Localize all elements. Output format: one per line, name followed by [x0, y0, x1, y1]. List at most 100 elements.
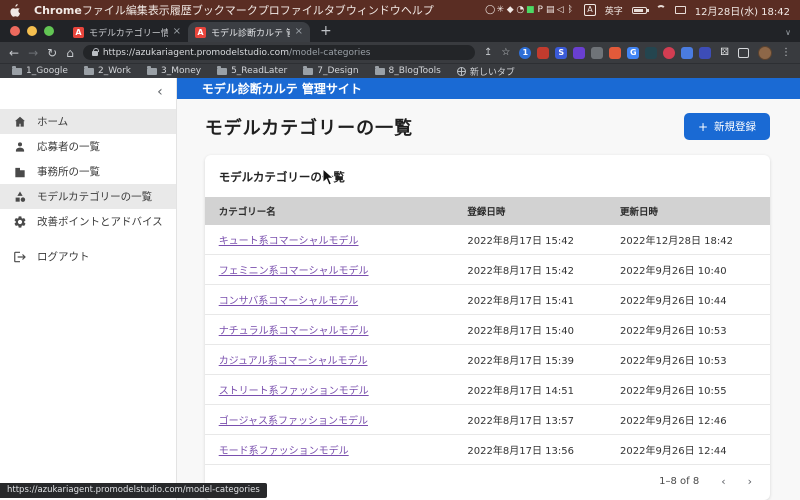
tab-model-category-info[interactable]: A モデルカテゴリー情報 | AZUKA × — [66, 22, 188, 42]
sidebar-item-advice[interactable]: 改善ポイントとアドバイス — [0, 209, 176, 234]
sidebar-nav: ホーム 応募者の一覧 事務所の一覧 モデルカテゴリーの一覧 改善ポイントとアドバ… — [0, 105, 176, 269]
menubar-item-list: Chromeファイル編集表示履歴ブックマークプロファイルタブウィンドウヘルプ — [34, 2, 434, 18]
extension-icon[interactable] — [681, 46, 694, 59]
extension-icon[interactable] — [537, 46, 550, 59]
battery-icon[interactable] — [631, 6, 649, 14]
status-icon-list: ◯✳ ◆ ◔ ■ P ▤ ◁ ᛒ — [485, 4, 575, 16]
tab-title: モデル診断カルテ 管理サイト — [211, 28, 290, 39]
minimize-window-button[interactable] — [27, 26, 37, 36]
reload-button[interactable]: ↻ — [47, 47, 57, 59]
sidebar-collapse-button[interactable]: ‹ — [157, 85, 163, 99]
new-registration-button[interactable]: + 新規登録 — [683, 113, 770, 140]
bookmark-star-icon[interactable]: ☆ — [501, 47, 510, 58]
zoom-window-button[interactable] — [44, 26, 54, 36]
bookmark-folder[interactable]: 2_Work — [83, 65, 131, 76]
pagination-range: 1–8 of 8 — [659, 476, 700, 487]
bookmark-label: 5_ReadLater — [231, 66, 288, 76]
sidebar-item-applicants[interactable]: 応募者の一覧 — [0, 134, 176, 159]
extension-icon[interactable] — [663, 46, 676, 59]
sidebar-divider — [0, 234, 176, 244]
wifi-icon[interactable] — [655, 5, 666, 15]
menubar-item[interactable]: ファイル — [82, 4, 126, 17]
side-panel-icon[interactable] — [738, 47, 749, 58]
menubar-item[interactable]: ウィンドウ — [346, 4, 401, 17]
status-icon[interactable]: ◁ — [555, 4, 565, 16]
status-icon[interactable]: ◆ — [505, 4, 515, 16]
forward-button[interactable]: → — [28, 47, 38, 59]
plus-icon: + — [697, 119, 708, 134]
menubar-item[interactable]: ヘルプ — [401, 4, 434, 17]
menubar-item[interactable]: 履歴 — [170, 4, 192, 17]
bookmark-label: 新しいタブ — [469, 67, 515, 78]
link-status-tooltip: https://azukariagent.promodelstudio.com/… — [0, 483, 267, 498]
status-icon[interactable]: ◔ — [515, 4, 525, 16]
chrome-menu-icon[interactable]: ⋮ — [781, 47, 791, 58]
bookmark-folder[interactable]: 7_Design — [303, 65, 359, 76]
category-link[interactable]: ゴージャス系ファッションモデル — [219, 416, 368, 427]
bookmark-folder[interactable]: 8_BlogTools — [374, 65, 441, 76]
sidebar-item-model-categories[interactable]: モデルカテゴリーの一覧 — [0, 184, 176, 209]
category-link[interactable]: モード系ファッションモデル — [219, 446, 349, 457]
bookmark-new-tab[interactable]: 新しいタブ — [456, 65, 515, 78]
tab-search-chevron-icon[interactable]: ∨ — [785, 28, 791, 37]
menubar-clock[interactable]: 12月28日(水) 18:42 — [695, 3, 790, 18]
menubar-item[interactable]: プロファイル — [258, 4, 324, 17]
status-icon[interactable]: ◯ — [485, 4, 495, 16]
extensions-puzzle-icon[interactable]: ⚄ — [720, 47, 729, 58]
extension-icon[interactable] — [573, 46, 586, 59]
extension-icon[interactable]: G — [627, 46, 640, 59]
menubar-item[interactable]: Chrome — [34, 4, 82, 17]
bookmark-folder-list: 1_Google 2_Work 3_Money 5_ReadLater 7_Design… — [12, 65, 441, 76]
updated-cell: 2022年9月26日 12:46 — [606, 404, 770, 435]
next-page-icon[interactable]: › — [748, 475, 752, 488]
bookmark-folder[interactable]: 3_Money — [147, 65, 201, 76]
back-button[interactable]: ← — [9, 47, 19, 59]
menubar-item[interactable]: ブックマーク — [192, 4, 258, 17]
apple-menu-icon[interactable] — [10, 3, 21, 17]
status-icon[interactable]: ▤ — [545, 4, 555, 16]
profile-avatar[interactable] — [758, 45, 772, 60]
category-link[interactable]: ストリート系ファッションモデル — [219, 386, 369, 397]
updated-cell: 2022年12月28日 18:42 — [606, 225, 770, 255]
close-window-button[interactable] — [10, 26, 20, 36]
bookmark-folder[interactable]: 1_Google — [12, 65, 68, 76]
input-source-icon[interactable]: A — [584, 4, 596, 16]
tab-close-icon[interactable]: × — [173, 27, 181, 37]
share-icon[interactable]: ↥ — [484, 47, 492, 58]
sidebar-item-offices[interactable]: 事務所の一覧 — [0, 159, 176, 184]
main-area: モデル診断カルテ 管理サイト モデルカテゴリーの一覧 + 新規登録 モデルカテゴ… — [176, 78, 800, 500]
extension-icon[interactable]: 1 — [519, 46, 532, 59]
sidebar-item-logout[interactable]: ログアウト — [0, 244, 176, 269]
display-icon[interactable] — [674, 6, 686, 14]
category-link[interactable]: キュート系コマーシャルモデル — [219, 236, 359, 247]
bookmark-folder[interactable]: 5_ReadLater — [217, 65, 288, 76]
extension-icon[interactable] — [609, 46, 622, 59]
extension-icon[interactable] — [699, 46, 712, 59]
person-icon — [15, 141, 25, 152]
address-bar[interactable]: https://azukariagent.promodelstudio.com/… — [82, 45, 475, 60]
previous-page-icon[interactable]: ‹ — [721, 475, 725, 488]
category-link[interactable]: カジュアル系コマーシャルモデル — [219, 356, 368, 367]
status-icon[interactable]: ■ — [525, 4, 535, 16]
menubar-item[interactable]: 表示 — [148, 4, 170, 17]
sidebar-item-home[interactable]: ホーム — [0, 109, 176, 134]
extension-icon[interactable] — [591, 46, 604, 59]
status-icon[interactable]: ᛒ — [565, 4, 575, 16]
registered-cell: 2022年8月17日 15:41 — [453, 284, 607, 315]
status-icon[interactable]: ✳ — [495, 4, 505, 16]
category-link[interactable]: コンサバ系コマーシャルモデル — [219, 296, 358, 307]
bookmark-label: 8_BlogTools — [388, 66, 441, 76]
home-button[interactable]: ⌂ — [66, 47, 74, 59]
category-link[interactable]: フェミニン系コマーシャルモデル — [219, 266, 369, 277]
tab-close-icon[interactable]: × — [295, 27, 303, 37]
extension-icon[interactable] — [645, 46, 658, 59]
status-icon[interactable]: P — [535, 4, 545, 16]
tab-admin-site-active[interactable]: A モデル診断カルテ 管理サイト × — [188, 22, 310, 42]
menubar-item[interactable]: 編集 — [126, 4, 148, 17]
folder-icon — [217, 65, 228, 75]
pagination: 1–8 of 8 ‹ › — [205, 465, 770, 500]
category-link[interactable]: ナチュラル系コマーシャルモデル — [219, 326, 369, 337]
new-tab-button[interactable]: + — [320, 24, 332, 38]
extension-icon[interactable]: S — [555, 46, 568, 59]
menubar-item[interactable]: タブ — [324, 4, 346, 17]
